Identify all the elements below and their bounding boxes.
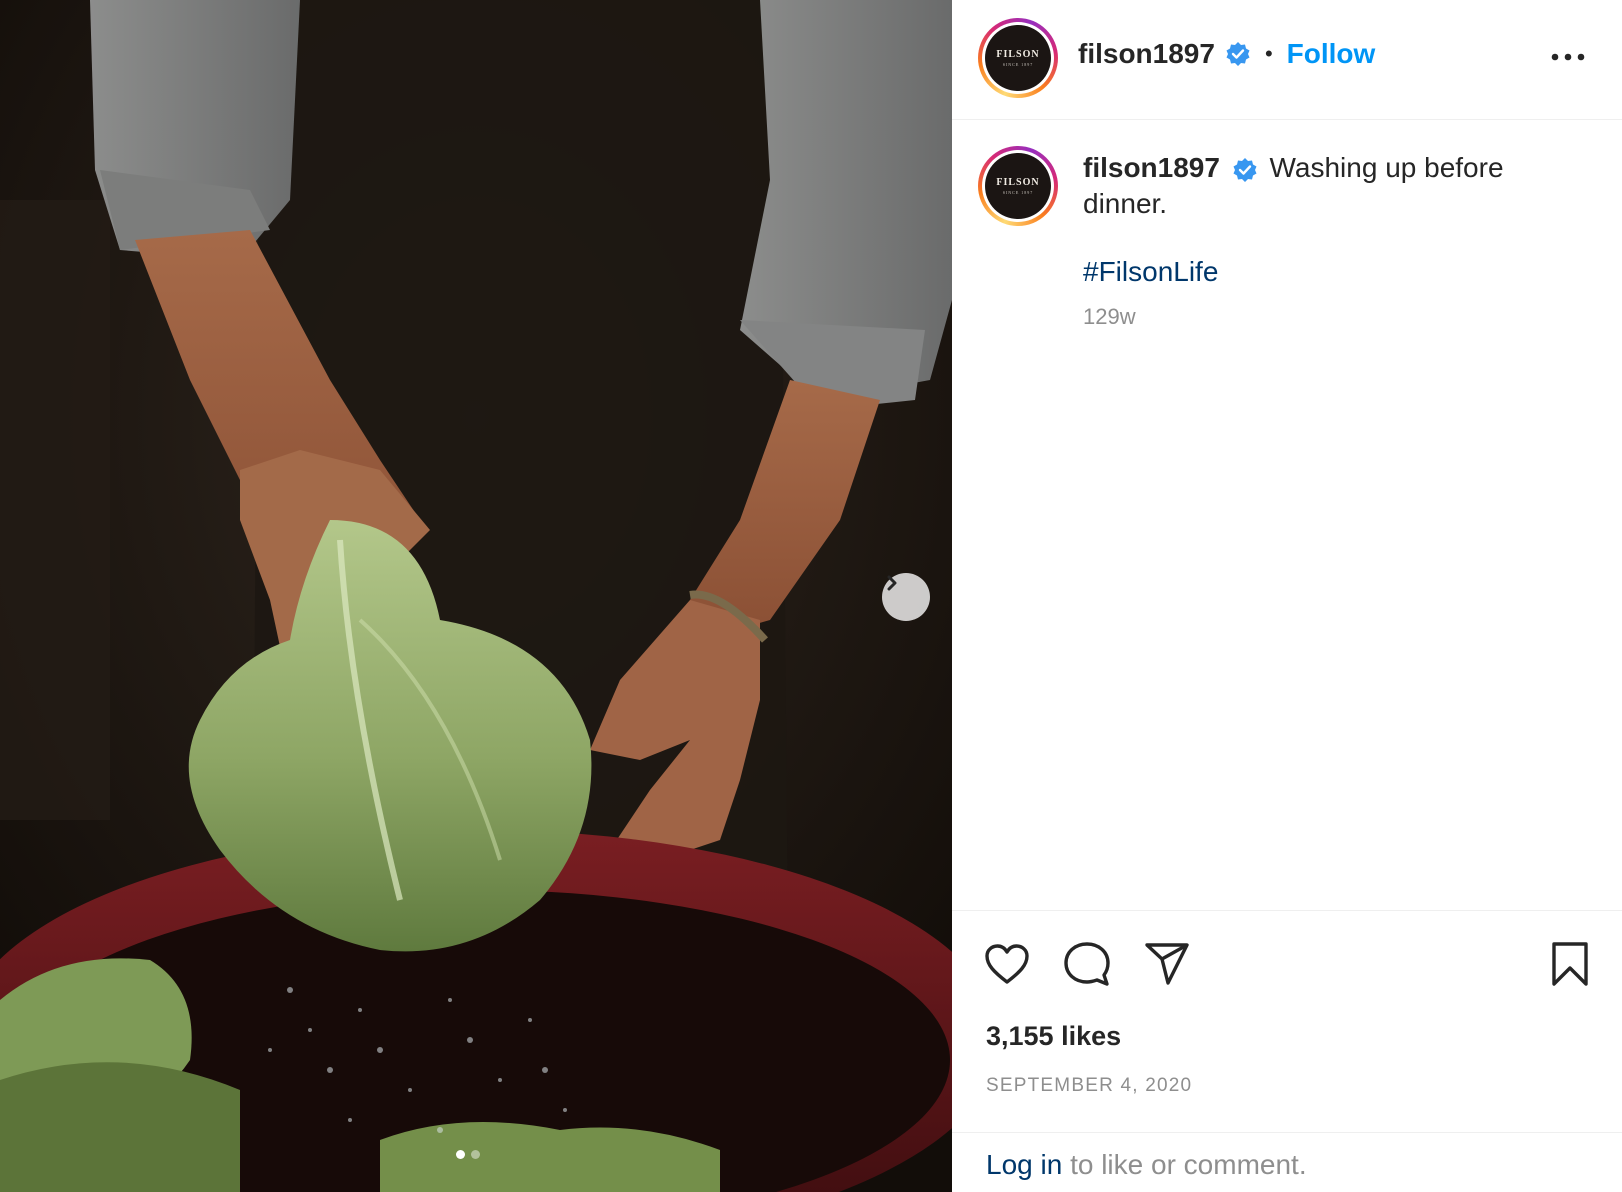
like-button[interactable] (982, 939, 1032, 989)
login-prompt: Log in to like or comment. (952, 1132, 1622, 1192)
header-avatar[interactable]: FILSON SINCE 1897 (978, 18, 1058, 98)
comment-icon (1064, 942, 1110, 986)
carousel-dot (471, 1150, 480, 1159)
post-photo (0, 0, 952, 1192)
caption-username[interactable]: filson1897 (1083, 152, 1220, 183)
chevron-right-icon (887, 575, 897, 591)
more-options-button[interactable] (1548, 42, 1588, 72)
login-link[interactable]: Log in (986, 1149, 1062, 1180)
carousel-indicator (456, 1150, 480, 1159)
filson-logo: FILSON SINCE 1897 (985, 25, 1051, 91)
share-icon (1145, 943, 1189, 985)
header-separator: • (1264, 41, 1273, 66)
post-panel: FILSON SINCE 1897 filson1897 • Follow FI… (952, 0, 1622, 1192)
post-actions: 3,155 likes SEPTEMBER 4, 2020 (952, 910, 1622, 1132)
caption-body: filson1897 Washing up before dinner. (1083, 150, 1583, 222)
comment-button[interactable] (1062, 939, 1112, 989)
save-button[interactable] (1548, 939, 1592, 989)
share-button[interactable] (1142, 939, 1192, 989)
heart-icon (985, 944, 1029, 984)
carousel-dot-active (456, 1150, 465, 1159)
more-options-icon (1551, 53, 1585, 61)
verified-badge-icon (1233, 157, 1257, 182)
post-time-ago[interactable]: 129w (1083, 304, 1136, 329)
like-count[interactable]: 3,155 likes (986, 1021, 1121, 1052)
filson-logo: FILSON SINCE 1897 (985, 153, 1051, 219)
post-header: FILSON SINCE 1897 filson1897 • Follow (952, 0, 1622, 120)
caption-hashtag[interactable]: #FilsonLife (1083, 256, 1218, 287)
verified-badge-icon (1226, 42, 1250, 66)
follow-button[interactable]: Follow (1287, 38, 1376, 70)
header-username[interactable]: filson1897 (1078, 38, 1215, 70)
post-date[interactable]: SEPTEMBER 4, 2020 (986, 1075, 1192, 1097)
post-media[interactable] (0, 0, 952, 1192)
caption-avatar[interactable]: FILSON SINCE 1897 (978, 146, 1058, 226)
carousel-next-button[interactable] (882, 573, 930, 621)
login-prompt-text: to like or comment. (1062, 1149, 1307, 1180)
bookmark-icon (1552, 942, 1588, 986)
